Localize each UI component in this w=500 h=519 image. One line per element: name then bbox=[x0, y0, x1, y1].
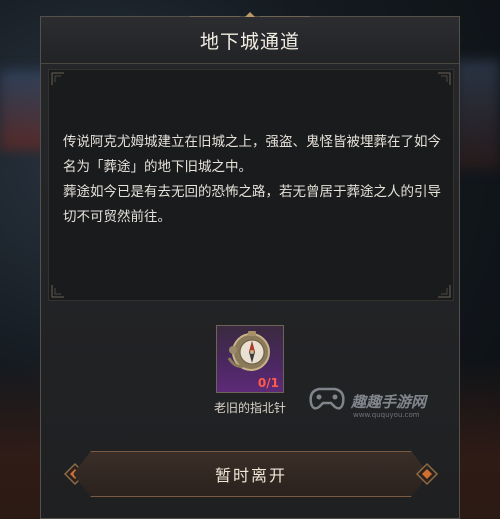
corner-ornament-icon bbox=[51, 284, 65, 298]
description-box: 传说阿克尤姆城建立在旧城之上，强盗、鬼怪皆被埋葬在了如今名为「葬途」的地下旧城之… bbox=[48, 69, 454, 301]
leave-button[interactable]: 暂时离开 bbox=[73, 451, 429, 497]
leave-button-label: 暂时离开 bbox=[214, 466, 287, 485]
corner-ornament-icon bbox=[437, 284, 451, 298]
dialog-title: 地下城通道 bbox=[199, 30, 300, 53]
item-name: 老旧的指北针 bbox=[213, 401, 286, 415]
dungeon-dialog: 地下城通道 传说阿克尤姆城建立在旧城之上，强盗、鬼怪皆被埋葬在了如今名为「葬途」… bbox=[40, 12, 460, 519]
compass-icon bbox=[227, 331, 270, 371]
watermark-url: www.ququyou.com bbox=[353, 411, 420, 419]
site-watermark: 趣趣手游网 www.ququyou.com bbox=[305, 375, 465, 425]
dungeon-description: 传说阿克尤姆城建立在旧城之上，强盗、鬼怪皆被埋葬在了如今名为「葬途」的地下旧城之… bbox=[63, 130, 443, 230]
gamepad-logo-icon bbox=[309, 387, 345, 410]
dialog-header: 地下城通道 bbox=[41, 17, 459, 64]
description-line: 葬途如今已是有去无回的恐怖之路，若无曾居于葬途之人的引导切不可贸然前往。 bbox=[63, 184, 441, 225]
diamond-ornament-icon bbox=[415, 462, 439, 486]
corner-ornament-icon bbox=[437, 72, 451, 86]
item-count: 0/1 bbox=[257, 376, 279, 390]
required-item-slot[interactable]: 0/1 bbox=[216, 325, 284, 393]
corner-ornament-icon bbox=[51, 72, 65, 86]
watermark-text: 趣趣手游网 bbox=[351, 393, 427, 411]
description-line: 传说阿克尤姆城建立在旧城之上，强盗、鬼怪皆被埋葬在了如今名为「葬途」的地下旧城之… bbox=[63, 134, 441, 175]
background-glow-right bbox=[455, 60, 500, 170]
